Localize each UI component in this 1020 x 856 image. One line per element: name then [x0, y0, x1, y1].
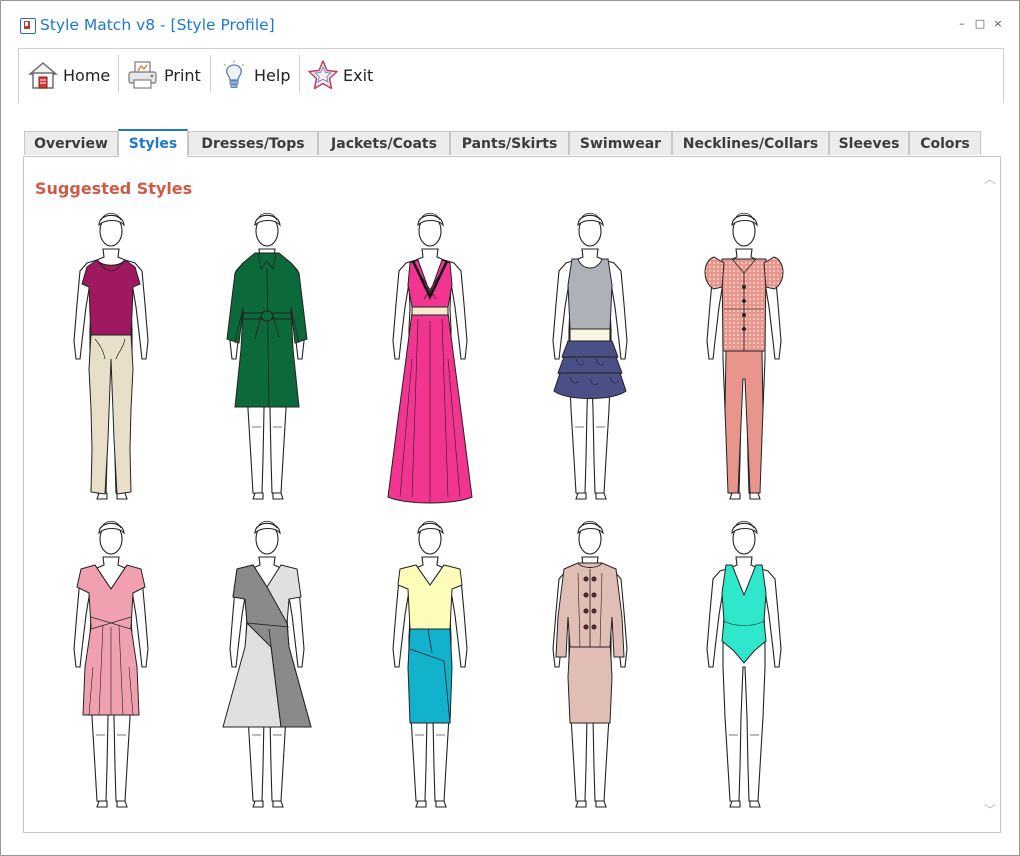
lightbulb-icon	[218, 59, 250, 91]
star-icon	[307, 59, 339, 91]
fashion-figure-icon	[552, 520, 628, 808]
app-icon	[20, 18, 36, 34]
home-button[interactable]: Home	[27, 55, 110, 95]
style-figure-green-belted-coat[interactable]	[203, 209, 333, 509]
print-label: Print	[164, 65, 201, 85]
style-figure-yellow-top-teal-skirt[interactable]	[366, 517, 496, 817]
style-figure-gray-top-ruffled-skirt[interactable]	[526, 209, 656, 509]
tab-jackets-coats[interactable]: Jackets/Coats	[318, 131, 450, 155]
fashion-figure-icon	[73, 520, 149, 808]
tab-colors[interactable]: Colors	[909, 131, 981, 155]
fashion-figure-icon	[73, 212, 149, 500]
toolbar-separator	[118, 55, 119, 93]
style-figure-gray-wrap-dress[interactable]	[203, 517, 333, 817]
fashion-figure-icon	[392, 520, 468, 808]
app-window: Style Match v8 - [Style Profile] – □ × H…	[0, 0, 1020, 856]
style-figure-pink-maxi-dress[interactable]	[366, 209, 496, 509]
window-title: Style Match v8 - [Style Profile]	[40, 16, 275, 34]
fashion-figure-icon	[704, 212, 784, 500]
styles-panel: Suggested Styles ︿ ﹀	[23, 156, 1001, 833]
home-label: Home	[63, 65, 111, 85]
exit-label: Exit	[343, 65, 374, 85]
title-bar: Style Match v8 - [Style Profile] – □ ×	[1, 1, 1019, 37]
printer-icon	[126, 59, 160, 91]
tab-pants-skirts[interactable]: Pants/Skirts	[450, 131, 569, 155]
scroll-up-icon[interactable]: ︿	[983, 172, 997, 186]
help-label: Help	[254, 65, 291, 85]
close-button[interactable]: ×	[991, 17, 1005, 30]
section-title: Suggested Styles	[35, 179, 193, 198]
style-figure-turquoise-swimsuit[interactable]	[680, 517, 810, 817]
minimize-button[interactable]: –	[955, 17, 969, 30]
toolbar-separator	[210, 55, 211, 93]
help-button[interactable]: Help	[218, 55, 290, 95]
tab-swimwear[interactable]: Swimwear	[569, 131, 672, 155]
fashion-figure-icon	[387, 212, 473, 504]
tab-styles[interactable]: Styles	[118, 129, 188, 157]
style-figure-dotted-blouse-pink-pants[interactable]	[680, 209, 810, 509]
house-icon	[27, 59, 59, 91]
fashion-figure-icon	[552, 212, 628, 500]
style-figure-pink-fitted-dress[interactable]	[47, 517, 177, 817]
fashion-figure-icon	[706, 520, 782, 808]
tab-sleeves[interactable]: Sleeves	[829, 131, 909, 155]
tab-necklines-collars[interactable]: Necklines/Collars	[672, 131, 829, 155]
fashion-figure-icon	[226, 212, 308, 500]
scroll-down-icon[interactable]: ﹀	[983, 803, 997, 817]
tab-overview[interactable]: Overview	[24, 131, 118, 155]
vertical-scrollbar[interactable]: ︿ ﹀	[980, 158, 1000, 831]
fashion-figure-icon	[222, 520, 312, 808]
tab-dresses-tops[interactable]: Dresses/Tops	[188, 131, 318, 155]
exit-button[interactable]: Exit	[307, 55, 373, 95]
maximize-button[interactable]: □	[973, 17, 987, 30]
style-figure-rose-button-jacket-skirt[interactable]	[526, 517, 656, 817]
toolbar: Home Print Help Exit	[18, 48, 1004, 103]
style-figure-magenta-top-beige-pants[interactable]	[47, 209, 177, 509]
toolbar-separator	[299, 55, 300, 93]
print-button[interactable]: Print	[126, 55, 201, 95]
